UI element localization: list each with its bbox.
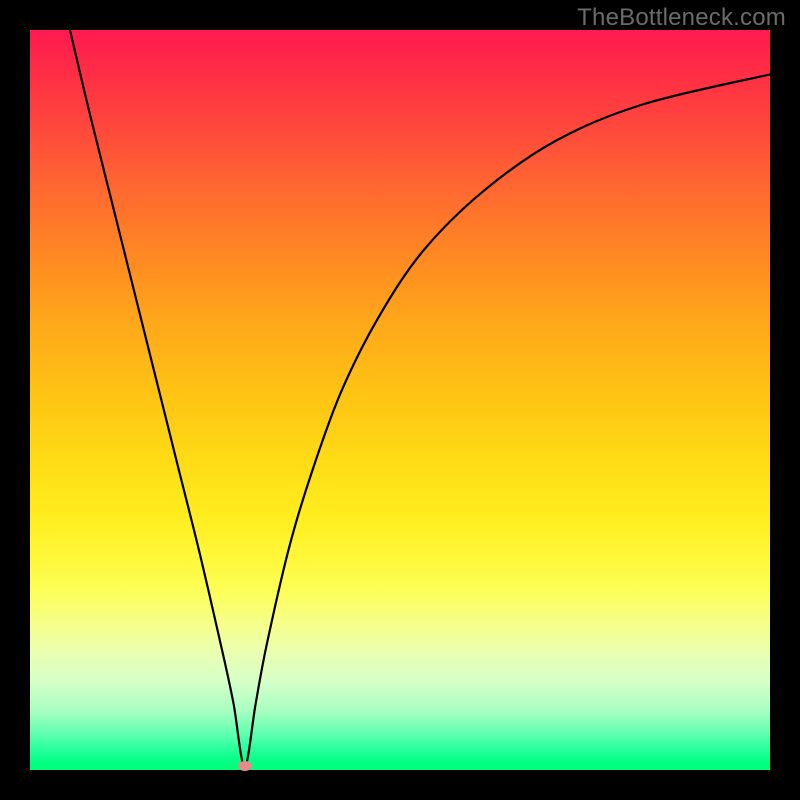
bottleneck-curve [30, 30, 770, 770]
watermark-label: TheBottleneck.com [577, 4, 786, 32]
min-point-marker [238, 761, 252, 771]
chart-frame: TheBottleneck.com [0, 0, 800, 800]
